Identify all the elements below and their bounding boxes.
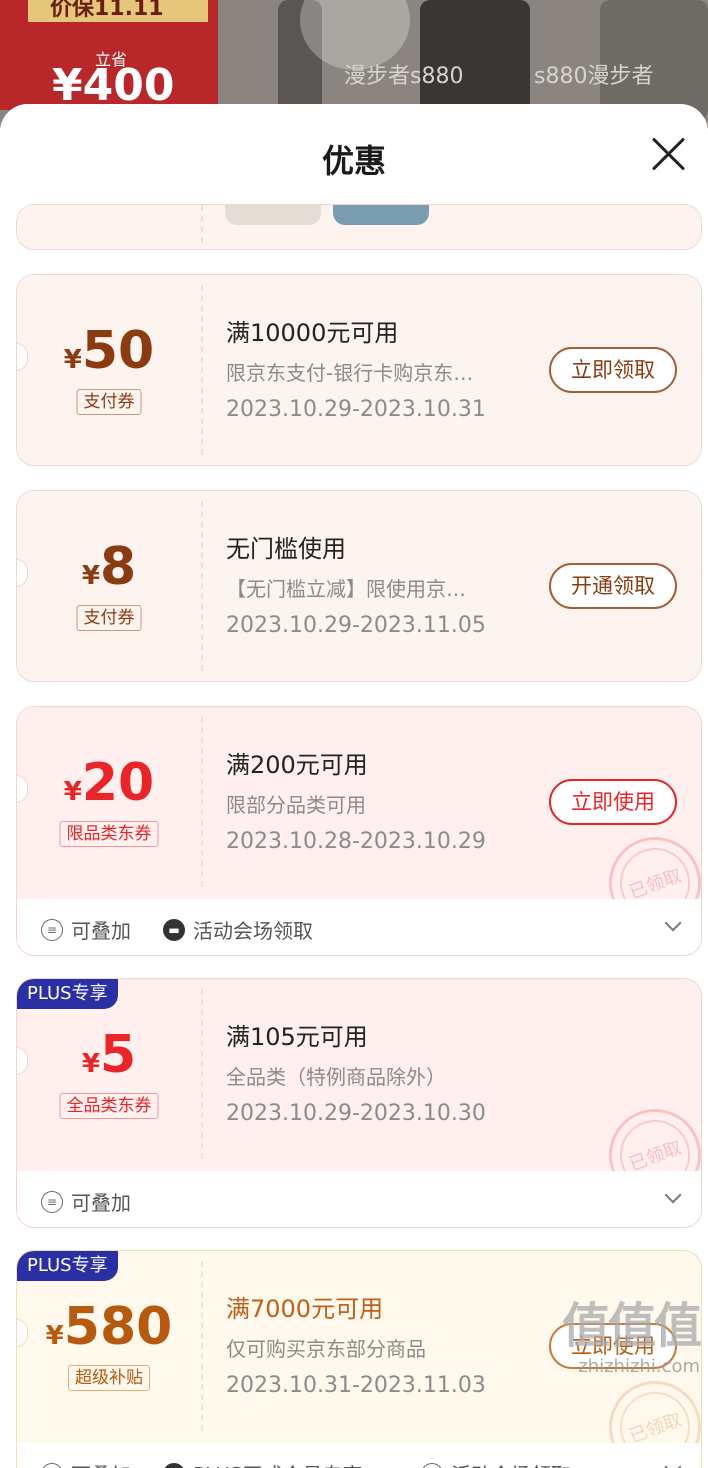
coupon-type-tag: 限品类东券 bbox=[59, 821, 159, 847]
coupon-condition: 满105元可用 bbox=[226, 1023, 368, 1051]
price-protect-badge: 价保11.11 立省 ¥400 bbox=[0, 0, 218, 111]
product-thumbnail[interactable] bbox=[333, 205, 429, 225]
ticket-icon: ▬ bbox=[421, 1462, 443, 1468]
stackable-info: ≡ 可叠加 bbox=[41, 1187, 131, 1216]
coupon-date-range: 2023.10.29-2023.10.30 bbox=[226, 1101, 486, 1126]
coupon-footer[interactable]: ≡ 可叠加 ▬ 活动会场领取 bbox=[17, 899, 701, 955]
plus-exclusive-badge: PLUS专享 bbox=[17, 1251, 118, 1281]
coupon-condition: 无门槛使用 bbox=[226, 535, 346, 563]
use-now-button[interactable]: 立即使用 bbox=[549, 779, 677, 825]
coupon-footer[interactable]: ≡ 可叠加 P PLUS正式会员专享 ▬ 活动会场领取 bbox=[17, 1443, 701, 1468]
coupon-card: ¥50 支付券 满10000元可用 限京东支付-银行卡购京东… 2023.10.… bbox=[16, 274, 702, 466]
stackable-info: ≡ 可叠加 bbox=[41, 1459, 131, 1468]
coupon-list[interactable]: ¥50 支付券 满10000元可用 限京东支付-银行卡购京东… 2023.10.… bbox=[0, 204, 708, 1468]
coupon-description: 限京东支付-银行卡购京东… bbox=[226, 361, 474, 385]
site-watermark: 值值值 zhizhizhi.com bbox=[561, 1286, 702, 1377]
related-search-1[interactable]: 漫步者s880 bbox=[344, 58, 463, 90]
coupon-date-range: 2023.10.31-2023.11.03 bbox=[226, 1373, 486, 1398]
coupon-card: PLUS专享 ¥5 全品类东券 满105元可用 全品类（特例商品除外） 2023… bbox=[16, 978, 702, 1228]
product-thumbnail[interactable] bbox=[225, 205, 321, 225]
chevron-down-icon[interactable] bbox=[664, 914, 682, 932]
coupon-card: ¥20 限品类东券 满200元可用 限部分品类可用 2023.10.28-202… bbox=[16, 706, 702, 956]
coupon-description: 仅可购买京东部分商品 bbox=[226, 1337, 426, 1361]
venue-claim-info: ▬ 活动会场领取 bbox=[421, 1459, 571, 1468]
coupon-footer[interactable]: ≡ 可叠加 bbox=[17, 1171, 701, 1227]
stack-icon: ≡ bbox=[41, 1190, 63, 1213]
plus-exclusive-badge: PLUS专享 bbox=[17, 979, 118, 1009]
stack-icon: ≡ bbox=[41, 918, 63, 941]
coupon-amount: ¥50 bbox=[63, 321, 155, 381]
stack-icon: ≡ bbox=[41, 1462, 63, 1468]
coupon-date-range: 2023.10.28-2023.10.29 bbox=[226, 829, 486, 854]
coupon-amount: ¥20 bbox=[63, 753, 155, 813]
coupon-description: 【无门槛立减】限使用京… bbox=[226, 577, 466, 601]
related-search-2[interactable]: s880漫步者 bbox=[534, 58, 653, 90]
chevron-down-icon[interactable] bbox=[664, 1186, 682, 1204]
coupon-card-partial bbox=[16, 204, 702, 250]
claim-button[interactable]: 立即领取 bbox=[549, 347, 677, 393]
coupon-type-tag: 支付券 bbox=[76, 605, 142, 631]
coupon-sheet: 优惠 ¥50 支付券 满10000元可用 限京东支付-银行卡购京东… 2023.… bbox=[0, 104, 708, 1468]
plus-icon: P bbox=[163, 1462, 185, 1468]
chevron-down-icon[interactable] bbox=[664, 1458, 682, 1468]
coupon-amount: ¥5 bbox=[81, 1025, 137, 1085]
coupon-type-tag: 超级补贴 bbox=[68, 1365, 150, 1391]
activate-claim-button[interactable]: 开通领取 bbox=[549, 563, 677, 609]
sheet-title: 优惠 bbox=[321, 142, 386, 180]
venue-claim-info: ▬ 活动会场领取 bbox=[163, 915, 313, 944]
coupon-description: 限部分品类可用 bbox=[226, 793, 366, 817]
coupon-condition: 满10000元可用 bbox=[226, 319, 399, 347]
watermark-url: zhizhizhi.com bbox=[578, 1356, 700, 1377]
coupon-date-range: 2023.10.29-2023.11.05 bbox=[226, 613, 486, 638]
stackable-info: ≡ 可叠加 bbox=[41, 915, 131, 944]
plus-member-info: P PLUS正式会员专享 bbox=[163, 1459, 363, 1468]
coupon-amount: ¥8 bbox=[81, 537, 137, 597]
coupon-type-tag: 支付券 bbox=[76, 389, 142, 415]
ticket-icon: ▬ bbox=[163, 918, 185, 941]
coupon-type-tag: 全品类东券 bbox=[59, 1093, 159, 1119]
sheet-header: 优惠 bbox=[0, 104, 708, 206]
coupon-description: 全品类（特例商品除外） bbox=[226, 1065, 446, 1089]
coupon-condition: 满7000元可用 bbox=[226, 1295, 384, 1323]
coupon-condition: 满200元可用 bbox=[226, 751, 368, 779]
badge-top-text: 价保11.11 bbox=[28, 0, 208, 22]
close-icon[interactable] bbox=[650, 136, 686, 172]
watermark-logo: 值值值 bbox=[561, 1298, 702, 1354]
coupon-date-range: 2023.10.29-2023.10.31 bbox=[226, 397, 486, 422]
coupon-card: ¥8 支付券 无门槛使用 【无门槛立减】限使用京… 2023.10.29-202… bbox=[16, 490, 702, 682]
coupon-amount: ¥580 bbox=[45, 1297, 173, 1357]
